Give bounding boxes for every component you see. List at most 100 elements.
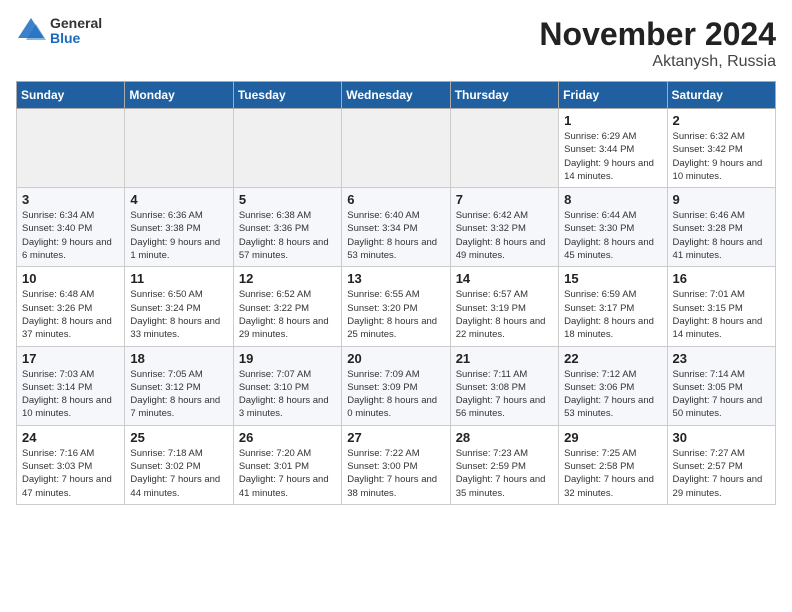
calendar-cell: 26Sunrise: 7:20 AM Sunset: 3:01 PM Dayli… <box>233 425 341 504</box>
day-info: Sunrise: 6:52 AM Sunset: 3:22 PM Dayligh… <box>239 288 336 341</box>
day-info: Sunrise: 7:01 AM Sunset: 3:15 PM Dayligh… <box>673 288 770 341</box>
calendar-cell <box>342 109 450 188</box>
calendar-cell: 25Sunrise: 7:18 AM Sunset: 3:02 PM Dayli… <box>125 425 233 504</box>
day-info: Sunrise: 6:48 AM Sunset: 3:26 PM Dayligh… <box>22 288 119 341</box>
title-block: November 2024 Aktanysh, Russia <box>539 16 776 71</box>
day-number: 19 <box>239 351 336 366</box>
calendar-cell: 6Sunrise: 6:40 AM Sunset: 3:34 PM Daylig… <box>342 188 450 267</box>
day-number: 26 <box>239 430 336 445</box>
logo: General Blue <box>16 16 102 47</box>
calendar-cell: 2 Sunrise: 6:32 AM Sunset: 3:42 PM Daylig… <box>667 109 775 188</box>
calendar-cell <box>450 109 558 188</box>
calendar-cell: 29 Sunrise: 7:25 AM Sunset: 2:58 PM Dayli… <box>559 425 667 504</box>
day-info: Sunrise: 7:05 AM Sunset: 3:12 PM Dayligh… <box>130 368 227 421</box>
day-info: Sunrise: 7:03 AM Sunset: 3:14 PM Dayligh… <box>22 368 119 421</box>
page-header: General Blue November 2024 Aktanysh, Rus… <box>16 16 776 71</box>
calendar-table: Sunday Monday Tuesday Wednesday Thursday… <box>16 81 776 505</box>
day-info: Sunrise: 6:42 AM Sunset: 3:32 PM Dayligh… <box>456 209 553 262</box>
calendar-cell: 28 Sunrise: 7:23 AM Sunset: 2:59 PM Dayli… <box>450 425 558 504</box>
calendar-cell: 11 Sunrise: 6:50 AM Sunset: 3:24 PM Dayli… <box>125 267 233 346</box>
day-info: Sunrise: 7:23 AM Sunset: 2:59 PM Dayligh… <box>456 447 553 500</box>
calendar-cell <box>125 109 233 188</box>
day-info: Sunrise: 6:46 AM Sunset: 3:28 PM Dayligh… <box>673 209 770 262</box>
day-number: 28 <box>456 430 553 445</box>
day-number: 1 <box>564 113 661 128</box>
day-number: 17 <box>22 351 119 366</box>
day-number: 3 <box>22 192 119 207</box>
day-info: Sunrise: 7:07 AM Sunset: 3:10 PM Dayligh… <box>239 368 336 421</box>
day-info: Sunrise: 7:16 AM Sunset: 3:03 PM Dayligh… <box>22 447 119 500</box>
calendar-cell: 22 Sunrise: 7:12 AM Sunset: 3:06 PM Dayli… <box>559 346 667 425</box>
calendar-cell: 27Sunrise: 7:22 AM Sunset: 3:00 PM Dayli… <box>342 425 450 504</box>
day-number: 22 <box>564 351 661 366</box>
calendar-title: November 2024 <box>539 16 776 53</box>
day-number: 16 <box>673 271 770 286</box>
day-number: 18 <box>130 351 227 366</box>
day-number: 4 <box>130 192 227 207</box>
day-number: 30 <box>673 430 770 445</box>
logo-text: General Blue <box>50 16 102 47</box>
calendar-cell: 16 Sunrise: 7:01 AM Sunset: 3:15 PM Dayli… <box>667 267 775 346</box>
day-info: Sunrise: 6:50 AM Sunset: 3:24 PM Dayligh… <box>130 288 227 341</box>
calendar-cell: 17 Sunrise: 7:03 AM Sunset: 3:14 PM Dayli… <box>17 346 125 425</box>
calendar-cell: 19 Sunrise: 7:07 AM Sunset: 3:10 PM Dayli… <box>233 346 341 425</box>
day-number: 5 <box>239 192 336 207</box>
day-number: 10 <box>22 271 119 286</box>
day-info: Sunrise: 7:14 AM Sunset: 3:05 PM Dayligh… <box>673 368 770 421</box>
day-number: 14 <box>456 271 553 286</box>
day-number: 15 <box>564 271 661 286</box>
day-number: 24 <box>22 430 119 445</box>
calendar-row-5: 24 Sunrise: 7:16 AM Sunset: 3:03 PM Dayli… <box>17 425 776 504</box>
col-thursday: Thursday <box>450 82 558 109</box>
header-row: Sunday Monday Tuesday Wednesday Thursday… <box>17 82 776 109</box>
day-info: Sunrise: 6:44 AM Sunset: 3:30 PM Dayligh… <box>564 209 661 262</box>
day-info: Sunrise: 6:59 AM Sunset: 3:17 PM Dayligh… <box>564 288 661 341</box>
calendar-cell: 7 Sunrise: 6:42 AM Sunset: 3:32 PM Daylig… <box>450 188 558 267</box>
calendar-row-4: 17 Sunrise: 7:03 AM Sunset: 3:14 PM Dayli… <box>17 346 776 425</box>
col-saturday: Saturday <box>667 82 775 109</box>
day-number: 29 <box>564 430 661 445</box>
day-info: Sunrise: 7:12 AM Sunset: 3:06 PM Dayligh… <box>564 368 661 421</box>
col-tuesday: Tuesday <box>233 82 341 109</box>
day-info: Sunrise: 7:22 AM Sunset: 3:00 PM Dayligh… <box>347 447 444 500</box>
calendar-cell: 14 Sunrise: 6:57 AM Sunset: 3:19 PM Dayli… <box>450 267 558 346</box>
day-info: Sunrise: 6:29 AM Sunset: 3:44 PM Dayligh… <box>564 130 661 183</box>
day-number: 7 <box>456 192 553 207</box>
day-number: 2 <box>673 113 770 128</box>
calendar-cell: 18 Sunrise: 7:05 AM Sunset: 3:12 PM Dayli… <box>125 346 233 425</box>
day-info: Sunrise: 7:25 AM Sunset: 2:58 PM Dayligh… <box>564 447 661 500</box>
calendar-cell: 3 Sunrise: 6:34 AM Sunset: 3:40 PM Daylig… <box>17 188 125 267</box>
calendar-subtitle: Aktanysh, Russia <box>539 53 776 71</box>
logo-icon <box>16 16 46 46</box>
calendar-cell <box>17 109 125 188</box>
day-info: Sunrise: 7:27 AM Sunset: 2:57 PM Dayligh… <box>673 447 770 500</box>
day-info: Sunrise: 6:38 AM Sunset: 3:36 PM Dayligh… <box>239 209 336 262</box>
day-number: 6 <box>347 192 444 207</box>
day-info: Sunrise: 6:36 AM Sunset: 3:38 PM Dayligh… <box>130 209 227 262</box>
day-number: 9 <box>673 192 770 207</box>
day-number: 11 <box>130 271 227 286</box>
day-number: 13 <box>347 271 444 286</box>
day-info: Sunrise: 6:57 AM Sunset: 3:19 PM Dayligh… <box>456 288 553 341</box>
calendar-cell: 30 Sunrise: 7:27 AM Sunset: 2:57 PM Dayli… <box>667 425 775 504</box>
calendar-cell: 20Sunrise: 7:09 AM Sunset: 3:09 PM Dayli… <box>342 346 450 425</box>
day-number: 21 <box>456 351 553 366</box>
calendar-row-2: 3 Sunrise: 6:34 AM Sunset: 3:40 PM Daylig… <box>17 188 776 267</box>
calendar-cell: 21 Sunrise: 7:11 AM Sunset: 3:08 PM Dayli… <box>450 346 558 425</box>
col-wednesday: Wednesday <box>342 82 450 109</box>
day-info: Sunrise: 6:32 AM Sunset: 3:42 PM Dayligh… <box>673 130 770 183</box>
logo-blue: Blue <box>50 31 102 46</box>
day-info: Sunrise: 6:34 AM Sunset: 3:40 PM Dayligh… <box>22 209 119 262</box>
day-number: 8 <box>564 192 661 207</box>
calendar-cell: 24 Sunrise: 7:16 AM Sunset: 3:03 PM Dayli… <box>17 425 125 504</box>
day-info: Sunrise: 7:18 AM Sunset: 3:02 PM Dayligh… <box>130 447 227 500</box>
calendar-cell <box>233 109 341 188</box>
calendar-cell: 12Sunrise: 6:52 AM Sunset: 3:22 PM Dayli… <box>233 267 341 346</box>
day-number: 23 <box>673 351 770 366</box>
day-info: Sunrise: 7:11 AM Sunset: 3:08 PM Dayligh… <box>456 368 553 421</box>
calendar-cell: 23 Sunrise: 7:14 AM Sunset: 3:05 PM Dayli… <box>667 346 775 425</box>
calendar-header: Sunday Monday Tuesday Wednesday Thursday… <box>17 82 776 109</box>
day-number: 20 <box>347 351 444 366</box>
calendar-cell: 15 Sunrise: 6:59 AM Sunset: 3:17 PM Dayli… <box>559 267 667 346</box>
col-monday: Monday <box>125 82 233 109</box>
